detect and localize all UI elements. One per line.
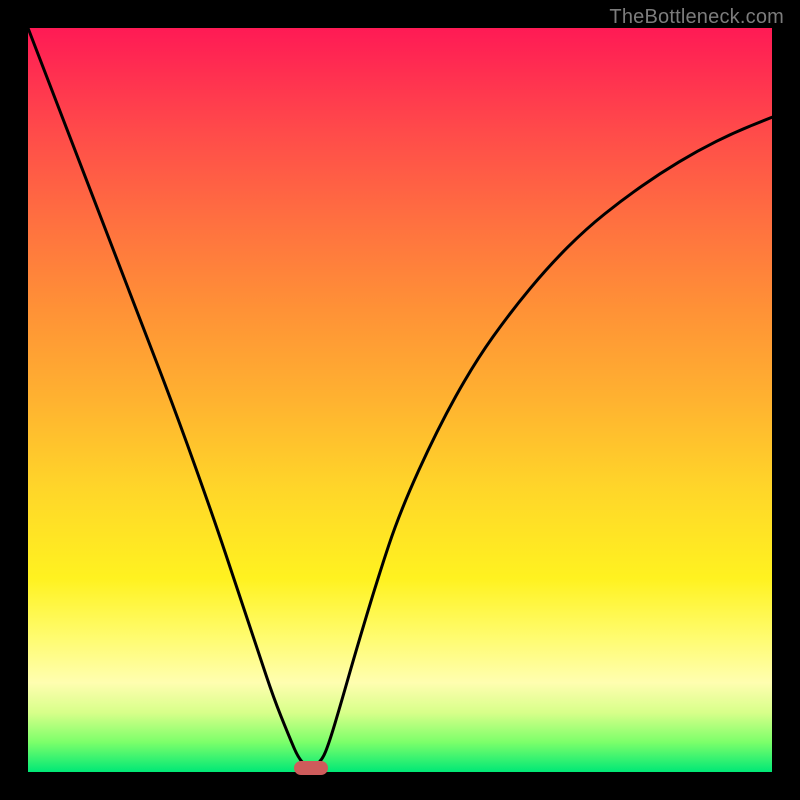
bottleneck-curve	[28, 28, 772, 772]
plot-area	[28, 28, 772, 772]
watermark-text: TheBottleneck.com	[609, 6, 784, 29]
minimum-marker	[294, 761, 328, 775]
chart-frame: TheBottleneck.com	[0, 0, 800, 800]
